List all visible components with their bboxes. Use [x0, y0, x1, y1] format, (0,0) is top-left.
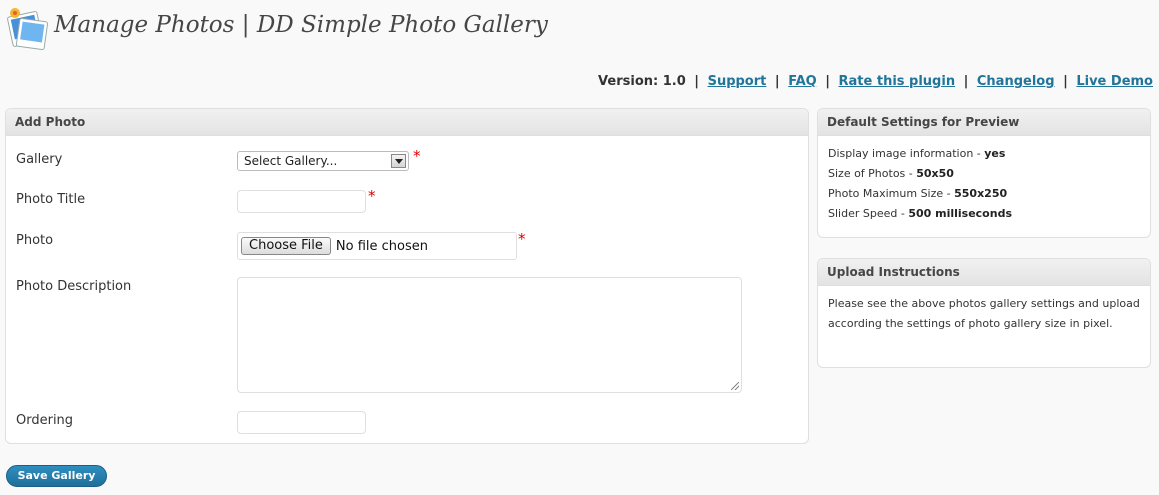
- photo-label: Photo: [16, 233, 54, 248]
- changelog-link[interactable]: Changelog: [977, 74, 1055, 89]
- add-photo-title: Add Photo: [6, 109, 808, 136]
- setting-photo-size: Size of Photos - 50x50: [828, 164, 1140, 184]
- setting-label: Photo Maximum Size -: [828, 187, 955, 200]
- photo-title-label: Photo Title: [16, 192, 86, 207]
- separator: |: [825, 74, 830, 89]
- required-marker: *: [413, 147, 421, 165]
- required-marker: *: [368, 187, 376, 205]
- page-header: Manage Photos | DD Simple Photo Gallery: [6, 6, 548, 52]
- setting-value: yes: [984, 147, 1006, 160]
- ordering-label: Ordering: [16, 413, 74, 428]
- upload-instructions-panel: Upload Instructions Please see the above…: [817, 258, 1151, 368]
- support-link[interactable]: Support: [708, 74, 767, 89]
- add-photo-panel: Add Photo Gallery Select Gallery... * Ph…: [5, 108, 809, 444]
- photo-description-textarea[interactable]: [237, 277, 742, 393]
- separator: |: [774, 74, 780, 89]
- photo-title-input[interactable]: [237, 190, 366, 213]
- setting-max-size: Photo Maximum Size - 550x250: [828, 184, 1140, 204]
- chevron-down-icon[interactable]: [391, 154, 406, 168]
- photo-description-label: Photo Description: [16, 279, 132, 294]
- required-marker: *: [518, 230, 526, 248]
- choose-file-button[interactable]: Choose File: [241, 237, 331, 255]
- file-status-text: No file chosen: [335, 238, 428, 254]
- gallery-select[interactable]: Select Gallery...: [237, 151, 409, 171]
- upload-instructions-text: Please see the above photos gallery sett…: [828, 297, 1140, 330]
- separator: |: [963, 74, 969, 89]
- rate-plugin-link[interactable]: Rate this plugin: [839, 74, 956, 89]
- setting-slider-speed: Slider Speed - 500 milliseconds: [828, 204, 1140, 224]
- setting-display-info: Display image information - yes: [828, 144, 1140, 164]
- gallery-select-value: Select Gallery...: [244, 154, 338, 168]
- photo-gallery-icon: [6, 6, 50, 52]
- upload-instructions-title: Upload Instructions: [818, 259, 1150, 286]
- version-label: Version: 1.0: [598, 74, 686, 89]
- setting-value: 500 milliseconds: [908, 207, 1012, 220]
- setting-value: 550x250: [954, 187, 1008, 200]
- setting-label: Slider Speed -: [828, 207, 909, 220]
- default-settings-title: Default Settings for Preview: [818, 109, 1150, 136]
- default-settings-panel: Default Settings for Preview Display ima…: [817, 108, 1151, 238]
- separator: |: [694, 74, 700, 89]
- default-settings-list: Display image information - yes Size of …: [818, 136, 1150, 232]
- faq-link[interactable]: FAQ: [788, 74, 817, 89]
- page-title: Manage Photos | DD Simple Photo Gallery: [54, 12, 548, 38]
- photo-file-input[interactable]: Choose File No file chosen: [237, 232, 517, 260]
- gallery-label: Gallery: [16, 152, 63, 167]
- version-bar: Version: 1.0 | Support | FAQ | Rate this…: [598, 74, 1153, 89]
- setting-label: Display image information -: [828, 147, 985, 160]
- separator: |: [1063, 74, 1068, 89]
- live-demo-link[interactable]: Live Demo: [1076, 74, 1153, 89]
- save-gallery-button[interactable]: Save Gallery: [6, 465, 107, 487]
- setting-label: Size of Photos -: [828, 167, 917, 180]
- setting-value: 50x50: [916, 167, 954, 180]
- ordering-input[interactable]: [237, 411, 366, 434]
